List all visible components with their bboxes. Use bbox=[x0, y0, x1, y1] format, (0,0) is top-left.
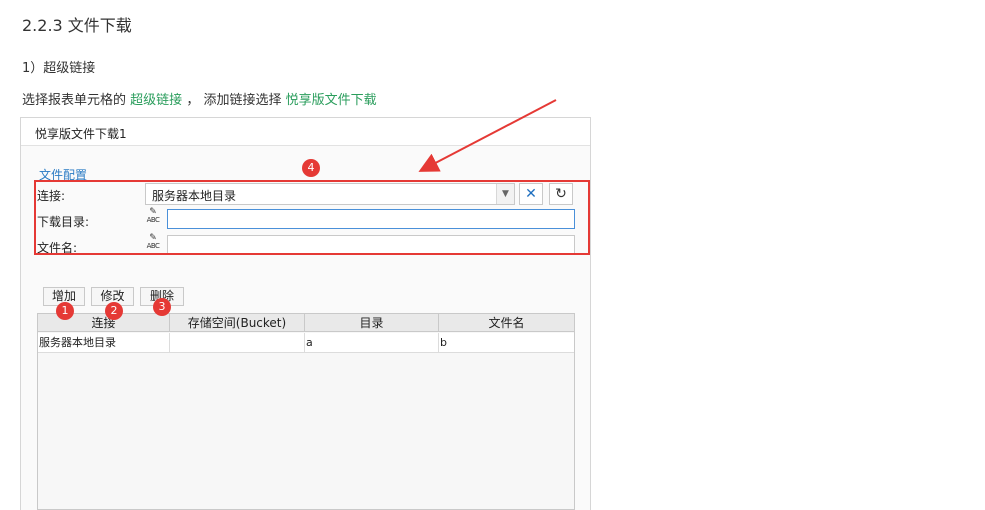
column-header[interactable]: 文件名 bbox=[439, 314, 574, 332]
table-cell: b bbox=[440, 336, 447, 349]
annotation-badge-3: 3 bbox=[153, 298, 171, 316]
table-cell: 服务器本地目录 bbox=[38, 333, 170, 353]
annotation-badge-2: 2 bbox=[105, 302, 123, 320]
annotation-box bbox=[34, 180, 590, 255]
hyperlink-term[interactable]: 超级链接 bbox=[130, 93, 182, 108]
description-prefix: 选择报表单元格的 bbox=[22, 93, 127, 108]
description: 选择报表单元格的 超级链接 ， 添加链接选择 悦享版文件下载 bbox=[22, 89, 377, 108]
column-header[interactable]: 存储空间(Bucket) bbox=[170, 314, 305, 332]
table-cell bbox=[170, 333, 305, 353]
description-middle: ， 添加链接选择 bbox=[186, 93, 282, 108]
section-heading: 1）超级链接 bbox=[22, 61, 96, 76]
annotation-badge-1: 1 bbox=[56, 302, 74, 320]
dialog-title: 悦享版文件下载1 bbox=[21, 118, 590, 146]
page-title: 2.2.3 文件下载 bbox=[22, 16, 132, 35]
annotation-badge-4: 4 bbox=[302, 159, 320, 177]
file-download-term[interactable]: 悦享版文件下载 bbox=[286, 93, 377, 108]
column-header[interactable]: 目录 bbox=[305, 314, 439, 332]
connection-table: 连接 存储空间(Bucket) 目录 文件名 服务器本地目录 a b bbox=[37, 313, 575, 510]
table-row[interactable]: 服务器本地目录 a b bbox=[38, 333, 574, 353]
table-cell: a bbox=[305, 333, 439, 353]
